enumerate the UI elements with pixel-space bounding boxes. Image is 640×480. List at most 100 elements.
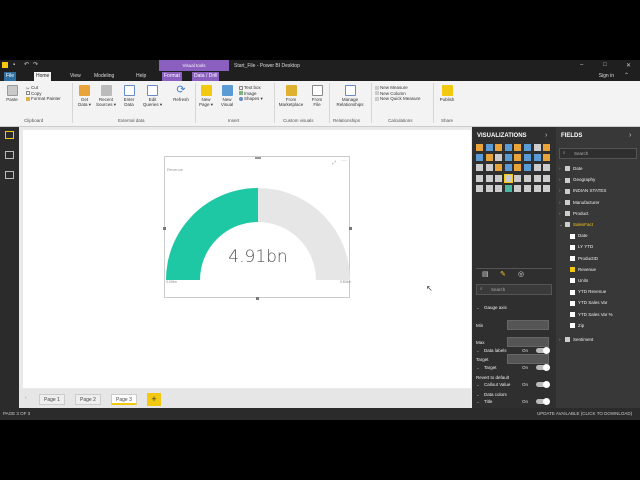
new-visual-button[interactable]: New Visual [217, 85, 237, 107]
field-zip[interactable]: Zip [570, 321, 584, 331]
publish-button[interactable]: Publish [437, 85, 457, 102]
visual-type-icon[interactable] [533, 154, 541, 162]
from-marketplace-button[interactable]: From Marketplace [276, 85, 306, 107]
visual-type-icon[interactable] [514, 144, 522, 151]
format-painter-button[interactable]: Format Painter [26, 96, 61, 102]
min-input[interactable] [507, 320, 549, 330]
sign-in-link[interactable]: Sign in [599, 73, 614, 79]
visual-type-icon[interactable] [485, 174, 493, 182]
tab-page-3[interactable]: Page 3 [111, 394, 137, 405]
field-ytd-sales-var-[interactable]: YTD Sales Var % [570, 310, 613, 320]
field-checkbox[interactable] [570, 323, 575, 329]
field-productid[interactable]: ProductID [570, 254, 598, 264]
field-checkbox[interactable] [570, 311, 575, 317]
field-date[interactable]: Date [570, 231, 588, 241]
resize-handle[interactable] [163, 227, 166, 230]
redo-icon[interactable]: ↷ [33, 61, 38, 68]
data-view-icon[interactable] [5, 151, 14, 159]
recent-sources-button[interactable]: Recent Sources ▾ [95, 85, 117, 107]
new-quick-measure-button[interactable]: New Quick Measure [375, 96, 421, 102]
tab-file[interactable]: File [4, 72, 17, 81]
max-input[interactable] [507, 337, 549, 347]
visual-type-icon[interactable] [495, 154, 503, 162]
field-table-sentiment[interactable]: › Sentiment [559, 335, 593, 345]
field-ly-ytd[interactable]: LY YTD [570, 242, 593, 252]
undo-icon[interactable]: ↶ [24, 61, 29, 68]
get-data-button[interactable]: Get Data ▾ [76, 85, 93, 107]
refresh-button[interactable]: ⟳ Refresh [170, 85, 192, 103]
visual-type-icon[interactable] [495, 174, 503, 182]
gauge-visual[interactable]: ⤢ ··· Revenue 4.91bn 0.00bn 9.83bn [163, 156, 352, 300]
visual-type-icon[interactable] [514, 164, 522, 172]
collapse-ribbon-icon[interactable]: ⌃ [624, 72, 629, 79]
field-table-date[interactable]: › Date [559, 164, 583, 174]
field-revenue[interactable]: Revenue [570, 265, 596, 275]
tab-home[interactable]: Home [34, 72, 52, 81]
tab-page-1[interactable]: Page 1 [39, 394, 65, 405]
field-table-geography[interactable]: › Geography [559, 175, 595, 185]
gauge-visual-type-icon[interactable] [503, 173, 513, 183]
report-view-icon[interactable] [5, 131, 14, 139]
visual-type-icon[interactable] [543, 144, 551, 151]
fields-well-icon[interactable]: ▤ [482, 270, 489, 278]
visual-type-icon[interactable] [485, 184, 493, 192]
visual-type-icon[interactable] [533, 184, 541, 192]
fields-search-input[interactable]: ⌕ Search [559, 148, 637, 159]
collapse-fields-icon[interactable]: › [629, 132, 631, 139]
resize-handle[interactable] [349, 227, 352, 230]
shapes-button[interactable]: Shapes ▾ [239, 96, 263, 102]
tab-modeling[interactable]: Modeling [92, 72, 116, 81]
add-page-button[interactable]: + [147, 393, 161, 406]
field-table-salesfact[interactable]: ⌄ SalesFact [559, 220, 593, 230]
visual-type-icon[interactable] [504, 154, 512, 162]
revert-to-default-link[interactable]: Revert to default [476, 375, 509, 380]
visual-type-icon[interactable] [514, 154, 522, 162]
visual-type-icon[interactable] [485, 154, 493, 162]
field-checkbox[interactable] [570, 300, 575, 306]
visual-type-icon[interactable] [495, 184, 503, 192]
field-ytd-sales-var[interactable]: YTD Sales Var [570, 298, 607, 308]
new-page-button[interactable]: New Page ▾ [197, 85, 215, 107]
minimize-button[interactable]: – [580, 62, 583, 68]
field-table-product[interactable]: › Product [559, 209, 589, 219]
visual-type-icon[interactable] [524, 184, 531, 192]
close-button[interactable]: ✕ [626, 62, 631, 69]
field-ytd-revenue[interactable]: YTD Revenue [570, 287, 606, 297]
field-units[interactable]: Units [570, 276, 588, 286]
visual-type-icon[interactable] [533, 144, 541, 151]
visual-type-icon[interactable] [476, 184, 483, 192]
edit-queries-button[interactable]: Edit Queries ▾ [141, 85, 164, 107]
visual-type-icon[interactable] [543, 164, 551, 172]
visual-type-icon[interactable] [524, 174, 531, 182]
resize-handle[interactable] [256, 297, 259, 300]
field-checkbox[interactable] [570, 289, 575, 295]
visual-type-icon[interactable] [504, 164, 512, 172]
enter-data-button[interactable]: Enter Data [120, 85, 138, 107]
visual-type-icon[interactable] [533, 164, 541, 172]
paste-button[interactable]: Paste [5, 85, 19, 102]
visual-type-icon[interactable] [495, 164, 503, 172]
field-checkbox[interactable] [570, 255, 575, 261]
visual-type-icon[interactable] [504, 184, 512, 192]
visual-type-icon[interactable] [514, 184, 522, 192]
field-checkbox[interactable] [570, 278, 575, 284]
save-icon[interactable]: ▪ [13, 62, 15, 68]
visual-type-icon[interactable] [524, 164, 531, 172]
visual-type-icon[interactable] [543, 184, 551, 192]
visual-type-icon[interactable] [476, 144, 483, 151]
target-input[interactable] [507, 354, 549, 364]
visual-type-icon[interactable] [495, 144, 503, 151]
visual-type-icon[interactable] [485, 144, 493, 151]
visual-type-icon[interactable] [543, 174, 551, 182]
tab-help[interactable]: Help [134, 72, 148, 81]
tab-data-drill[interactable]: Data / Drill [192, 72, 220, 81]
visual-type-icon[interactable] [533, 174, 541, 182]
visual-type-icon[interactable] [476, 164, 483, 172]
tab-view[interactable]: View [68, 72, 83, 81]
visual-type-icon[interactable] [524, 144, 531, 151]
visual-type-icon[interactable] [476, 154, 483, 162]
collapse-visualizations-icon[interactable]: › [545, 132, 547, 139]
field-table-indian-states[interactable]: › INDIAN STATES [559, 186, 606, 196]
field-checkbox[interactable] [570, 244, 575, 250]
visual-type-icon[interactable] [485, 164, 493, 172]
